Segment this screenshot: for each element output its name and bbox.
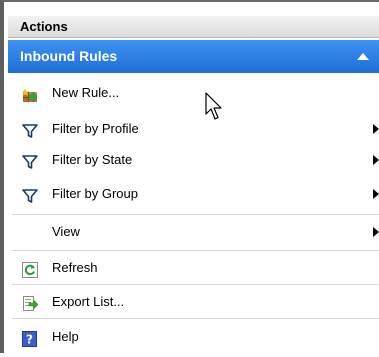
filter-icon [22, 121, 38, 138]
menu-item-new-rule[interactable]: New Rule... [8, 79, 379, 107]
actions-header: Actions [8, 16, 379, 38]
menu-item-label: Filter by Profile [52, 121, 139, 136]
refresh-icon [22, 260, 38, 278]
menu-item-label: Filter by Group [52, 186, 138, 201]
menu-item-label: New Rule... [52, 85, 120, 100]
menu-item-export-list[interactable]: Export List... [8, 288, 379, 316]
menu-item-label: Export List... [52, 294, 125, 309]
submenu-arrow-icon [373, 124, 379, 134]
menu-item-label: Help [52, 329, 79, 344]
actions-title: Actions [20, 19, 68, 34]
submenu-arrow-icon [373, 189, 379, 199]
filter-icon [22, 186, 38, 203]
menu-item-filter-by-profile[interactable]: Filter by Profile [8, 115, 379, 143]
mouse-cursor-icon [205, 92, 222, 120]
new-rule-icon [22, 85, 38, 102]
menu-item-filter-by-state[interactable]: Filter by State [8, 146, 379, 174]
separator [12, 214, 379, 215]
actions-pane: Actions Inbound Rules New Rule... Filter… [0, 0, 379, 353]
menu-item-view[interactable]: View [8, 218, 379, 246]
menu-item-label: Filter by State [52, 152, 133, 167]
separator [12, 284, 379, 285]
separator [12, 318, 379, 319]
menu-item-label: View [52, 224, 80, 239]
section-title: Inbound Rules [20, 48, 118, 64]
filter-icon [22, 152, 38, 169]
help-icon: ? [22, 329, 38, 347]
submenu-arrow-icon [373, 155, 379, 165]
menu-item-refresh[interactable]: Refresh [8, 254, 379, 282]
export-icon [22, 294, 39, 311]
menu-item-filter-by-group[interactable]: Filter by Group [8, 180, 379, 208]
submenu-arrow-icon [373, 227, 379, 237]
menu-item-help[interactable]: ? Help [8, 323, 379, 351]
inbound-rules-section-header[interactable]: Inbound Rules [8, 40, 379, 73]
separator [12, 250, 379, 251]
collapse-arrow-icon[interactable] [357, 53, 369, 60]
svg-text:?: ? [26, 333, 33, 347]
menu-item-label: Refresh [52, 260, 98, 275]
